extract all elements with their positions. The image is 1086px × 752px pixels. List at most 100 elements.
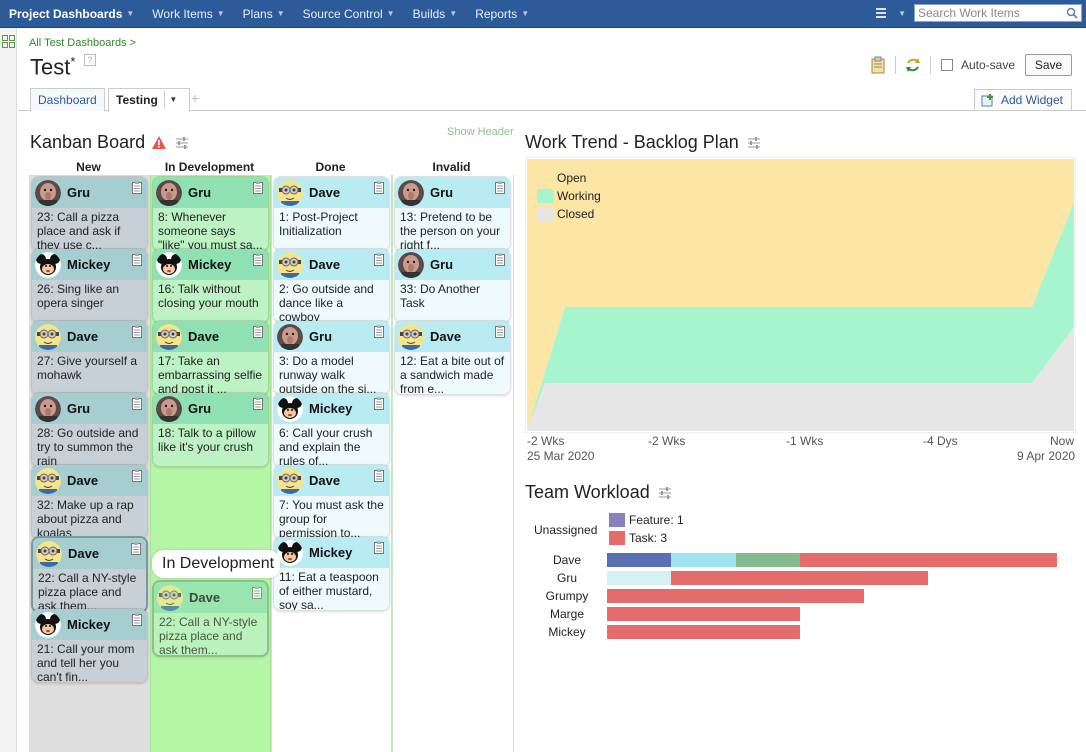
clipboard-icon[interactable]: [374, 397, 384, 410]
kanban-card[interactable]: Dave 12: Eat a bite out of a sandwich mad…: [394, 320, 511, 395]
save-button[interactable]: Save: [1025, 54, 1072, 76]
card-title: 28: Go outside and try to summon the rai…: [32, 424, 147, 466]
kanban-card[interactable]: Dave 22: Call a NY-style pizza place and …: [31, 536, 148, 613]
workload-bar[interactable]: [607, 571, 671, 585]
autosave-checkbox[interactable]: [940, 59, 953, 71]
clipboard-icon[interactable]: [132, 325, 142, 338]
workload-bar[interactable]: [607, 553, 671, 567]
dashboard-grid-icon[interactable]: [2, 35, 15, 48]
clipboard-icon[interactable]: [495, 181, 505, 194]
column-header-done: Done: [315, 160, 346, 174]
card-owner: Gru: [430, 257, 454, 272]
kanban-card[interactable]: Gru 28: Go outside and try to summon the …: [31, 392, 148, 467]
workload-bar[interactable]: [607, 589, 864, 603]
kanban-card[interactable]: Gru 8: Whenever someone says "like" you m…: [152, 176, 269, 251]
nav-reports[interactable]: Reports ▼: [466, 0, 538, 28]
search-input[interactable]: Search Work Items: [914, 4, 1082, 22]
clipboard-icon[interactable]: [252, 586, 262, 599]
kanban-card[interactable]: Mickey 6: Call your crush and explain the…: [273, 392, 390, 467]
clipboard-icon[interactable]: [374, 181, 384, 194]
tab-testing[interactable]: Testing ▼: [108, 88, 190, 112]
avatar-dave-icon: [35, 467, 61, 494]
legend-swatch: [609, 513, 625, 527]
workload-bar[interactable]: [736, 553, 800, 567]
tab-dashboard[interactable]: Dashboard: [30, 88, 105, 111]
nav-project-dashboards[interactable]: Project Dashboards ▼: [0, 0, 143, 28]
clipboard-icon[interactable]: [374, 469, 384, 482]
clipboard-icon[interactable]: [374, 325, 384, 338]
add-widget-button[interactable]: Add Widget: [973, 89, 1072, 111]
chevron-down-icon[interactable]: ▼: [163, 91, 182, 109]
kanban-card[interactable]: Dave 17: Take an embarrassing selfie and …: [152, 320, 269, 395]
settings-sliders-icon[interactable]: [175, 136, 189, 150]
search-icon[interactable]: [1066, 7, 1078, 19]
workload-bar[interactable]: [671, 553, 736, 567]
nav-builds[interactable]: Builds ▼: [404, 0, 467, 28]
avatar-dave-icon: [277, 179, 303, 206]
clipboard-icon[interactable]: [495, 325, 505, 338]
chevron-down-icon[interactable]: ▼: [898, 9, 906, 18]
card-owner: Gru: [309, 329, 333, 344]
kanban-card[interactable]: Gru 23: Call a pizza place and ask if the…: [31, 176, 148, 251]
kanban-card[interactable]: Dave 27: Give yourself a mohawk: [31, 320, 148, 395]
clipboard-icon[interactable]: [253, 253, 263, 266]
card-title: 27: Give yourself a mohawk: [32, 352, 147, 394]
kanban-card[interactable]: Mickey 21: Call your mom and tell her you…: [31, 608, 148, 683]
clipboard-icon[interactable]: [132, 613, 142, 626]
clipboard-icon[interactable]: [374, 253, 384, 266]
card-owner: Dave: [67, 473, 99, 488]
kanban-card[interactable]: Gru 18: Talk to a pillow like it's your c…: [152, 392, 269, 467]
kanban-card[interactable]: Dave 2: Go outside and dance like a cowbo…: [273, 248, 390, 323]
kanban-card[interactable]: Dave 22: Call a NY-style pizza place and …: [152, 580, 269, 657]
card-header: Gru: [153, 393, 268, 424]
help-icon[interactable]: ?: [84, 54, 96, 66]
kanban-card[interactable]: Gru 3: Do a model runway walk outside on …: [273, 320, 390, 395]
kanban-card[interactable]: Dave 1: Post-Project Initialization: [273, 176, 390, 251]
clipboard-icon[interactable]: [131, 542, 141, 555]
kanban-card[interactable]: Gru 33: Do Another Task: [394, 248, 511, 323]
x-date-start: 25 Mar 2020: [527, 449, 595, 463]
warning-icon[interactable]: [151, 135, 167, 150]
kanban-card[interactable]: Dave 7: You must ask the group for permis…: [273, 464, 390, 539]
avatar-mickey-icon: [277, 395, 303, 422]
clipboard-icon[interactable]: [253, 397, 263, 410]
nav-source-control[interactable]: Source Control ▼: [294, 0, 404, 28]
card-header: Gru: [32, 393, 147, 424]
card-owner: Dave: [309, 185, 341, 200]
clipboard-icon[interactable]: [374, 541, 384, 554]
workload-bar[interactable]: [800, 553, 1057, 567]
nav-plans[interactable]: Plans ▼: [234, 0, 294, 28]
workload-bar[interactable]: [607, 607, 800, 621]
card-owner: Dave: [309, 257, 341, 272]
clipboard-icon[interactable]: [495, 253, 505, 266]
clipboard-icon[interactable]: [253, 181, 263, 194]
workload-bar[interactable]: [671, 571, 928, 585]
clipboard-icon[interactable]: [132, 469, 142, 482]
breadcrumb[interactable]: All Test Dashboards >: [29, 37, 136, 49]
clipboard-icon[interactable]: [132, 397, 142, 410]
clipboard-icon[interactable]: [869, 56, 887, 74]
drag-column-label: In Development: [152, 550, 280, 578]
show-header-link[interactable]: Show Header: [447, 126, 514, 138]
kanban-card[interactable]: Dave 32: Make up a rap about pizza and ko…: [31, 464, 148, 539]
clipboard-icon[interactable]: [253, 325, 263, 338]
card-owner: Mickey: [67, 257, 111, 272]
settings-sliders-icon[interactable]: [658, 486, 672, 500]
workload-bar[interactable]: [607, 625, 800, 639]
work-item-type-icon[interactable]: [874, 5, 890, 21]
kanban-card[interactable]: Gru 13: Pretend to be the person on your …: [394, 176, 511, 251]
kanban-card[interactable]: Mickey 26: Sing like an opera singer: [31, 248, 148, 323]
card-title: 16: Talk without closing your mouth: [153, 280, 268, 322]
kanban-card[interactable]: Mickey 16: Talk without closing your mout…: [152, 248, 269, 323]
workload-person-label: Grumpy: [545, 589, 589, 603]
card-owner: Dave: [189, 590, 221, 605]
nav-work-items[interactable]: Work Items ▼: [143, 0, 233, 28]
clipboard-icon[interactable]: [132, 181, 142, 194]
add-tab-icon[interactable]: +: [191, 91, 203, 105]
avatar-gru-icon: [35, 395, 61, 422]
settings-sliders-icon[interactable]: [747, 136, 761, 150]
kanban-card[interactable]: Mickey 11: Eat a teaspoon of either musta…: [273, 536, 390, 611]
refresh-icon[interactable]: [904, 56, 922, 74]
card-header: Mickey: [32, 609, 147, 640]
clipboard-icon[interactable]: [132, 253, 142, 266]
